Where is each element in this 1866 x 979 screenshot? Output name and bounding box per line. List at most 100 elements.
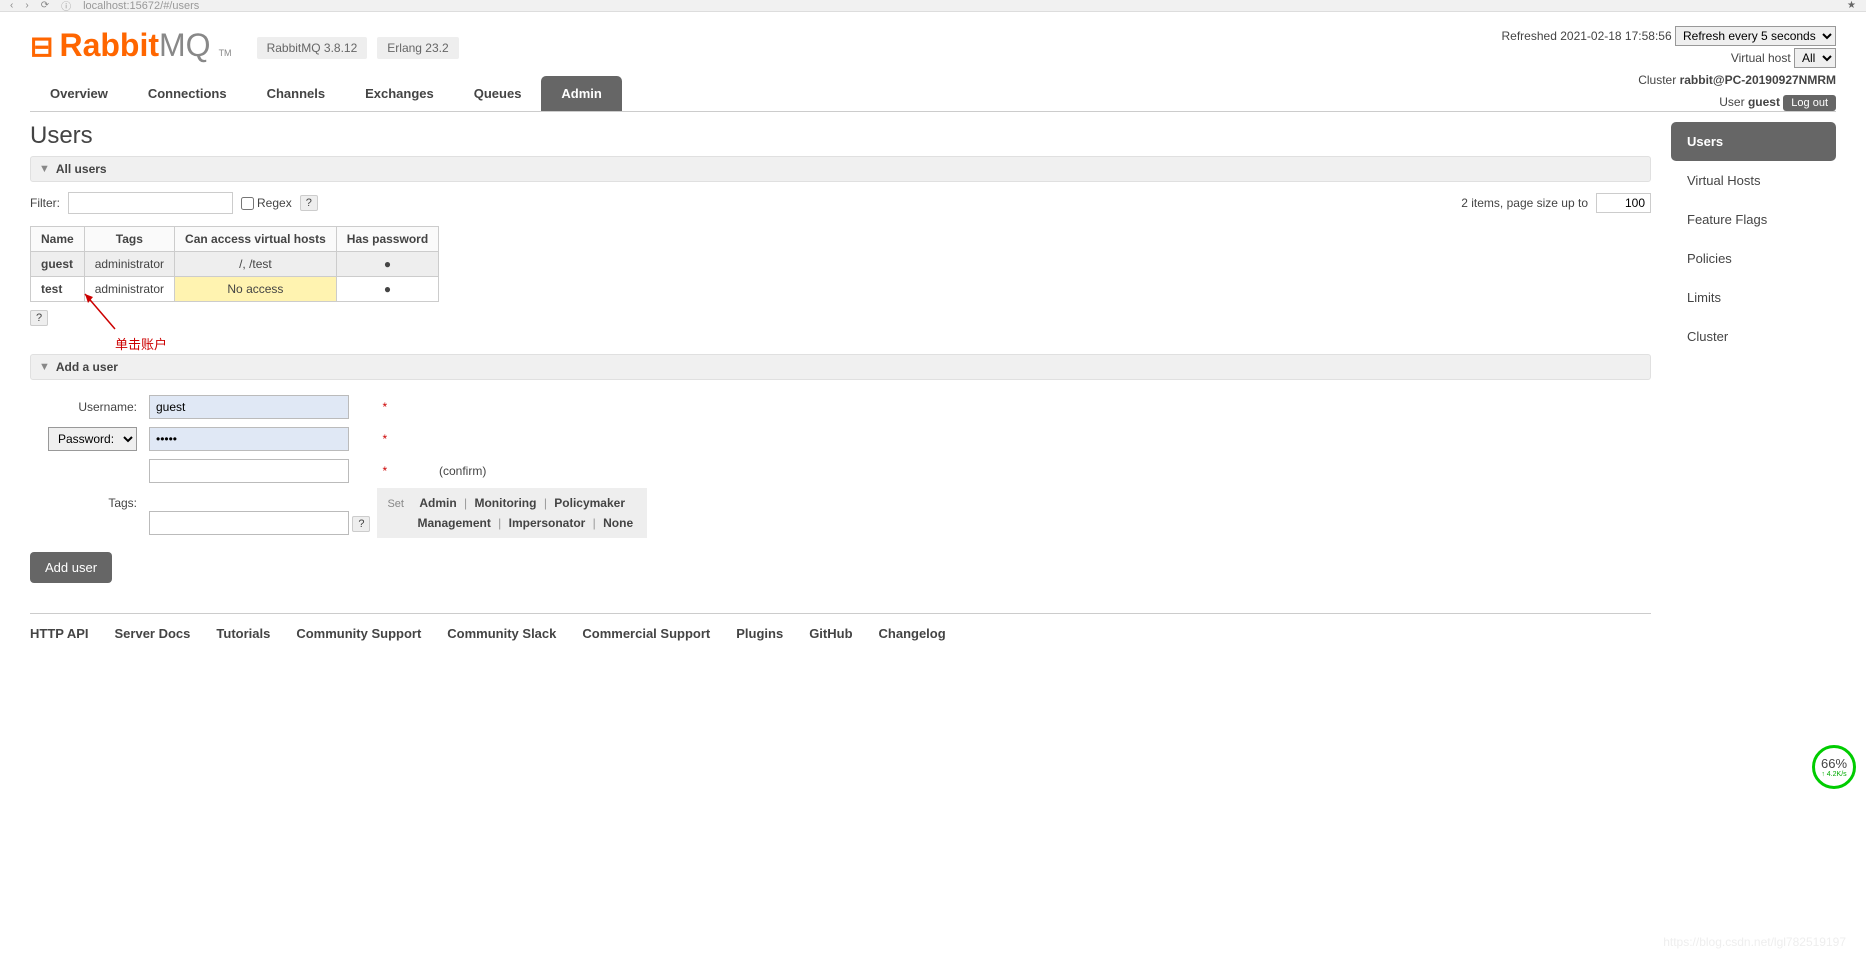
user-pwd: ●: [336, 252, 438, 277]
required-asterisk: *: [377, 456, 432, 486]
refreshed-time: 2021-02-18 17:58:56: [1560, 29, 1671, 43]
col-tags[interactable]: Tags: [84, 227, 174, 252]
password-type-select[interactable]: Password:: [48, 427, 137, 451]
add-user-title: Add a user: [56, 360, 118, 374]
user-tags: administrator: [84, 252, 174, 277]
tags-input[interactable]: [149, 511, 349, 535]
nav-virtual-hosts[interactable]: Virtual Hosts: [1671, 161, 1836, 200]
status-area: Refreshed 2021-02-18 17:58:56 Refresh ev…: [1502, 26, 1837, 114]
annotation-arrow-icon: [65, 289, 155, 339]
tab-connections[interactable]: Connections: [128, 76, 247, 111]
tags-help-icon[interactable]: ?: [352, 516, 370, 532]
disclosure-down-icon: ▼: [39, 361, 50, 373]
page-title: Users: [30, 122, 1651, 150]
footer-links: HTTP API Server Docs Tutorials Community…: [30, 626, 1651, 641]
nav-cluster[interactable]: Cluster: [1671, 317, 1836, 356]
add-user-button[interactable]: Add user: [30, 552, 112, 583]
user-pwd: ●: [336, 277, 438, 302]
annotation-text: 单击账户: [115, 334, 167, 353]
tags-label: Tags:: [32, 488, 142, 538]
logo-brand-1: Rabbit: [59, 27, 159, 63]
regex-checkbox[interactable]: [241, 197, 254, 210]
logo: ⊟ RabbitMQ TM: [30, 27, 232, 64]
footer-community-slack[interactable]: Community Slack: [447, 626, 556, 641]
password-confirm-input[interactable]: [149, 459, 349, 483]
items-count-text: 2 items, page size up to: [1461, 196, 1588, 210]
page-size-input[interactable]: [1596, 193, 1651, 213]
extension-icon[interactable]: ★: [1847, 0, 1856, 11]
user-link-guest[interactable]: guest: [31, 252, 85, 277]
cluster-value: rabbit@PC-20190927NMRM: [1680, 73, 1836, 87]
vhost-label: Virtual host: [1731, 51, 1791, 65]
nav-limits[interactable]: Limits: [1671, 278, 1836, 317]
add-user-section-header[interactable]: ▼ Add a user: [30, 354, 1651, 380]
table-row: guest administrator /, /test ●: [31, 252, 439, 277]
confirm-label: (confirm): [434, 456, 647, 486]
set-label: Set: [387, 498, 404, 510]
url-text: localhost:15672/#/users: [83, 0, 199, 12]
speed-badge: 66% ↑ 4.2K/s: [1812, 745, 1856, 789]
tag-policymaker[interactable]: Policymaker: [550, 496, 629, 510]
filter-label: Filter:: [30, 196, 60, 210]
col-password[interactable]: Has password: [336, 227, 438, 252]
browser-address-bar: ‹ › ⟳ ⓘ localhost:15672/#/users ★: [0, 0, 1866, 12]
password-input[interactable]: [149, 427, 349, 451]
logout-button[interactable]: Log out: [1783, 95, 1836, 111]
reload-icon[interactable]: ⟳: [41, 0, 49, 11]
footer-tutorials[interactable]: Tutorials: [216, 626, 270, 641]
footer-http-api[interactable]: HTTP API: [30, 626, 89, 641]
col-access[interactable]: Can access virtual hosts: [175, 227, 337, 252]
filter-input[interactable]: [68, 192, 233, 214]
cluster-label: Cluster: [1638, 73, 1676, 87]
tab-overview[interactable]: Overview: [30, 76, 128, 111]
tag-monitoring[interactable]: Monitoring: [470, 496, 540, 510]
user-value: guest: [1748, 95, 1780, 109]
footer-plugins[interactable]: Plugins: [736, 626, 783, 641]
tag-none[interactable]: None: [599, 516, 637, 530]
tab-admin[interactable]: Admin: [541, 76, 621, 111]
back-arrow-icon[interactable]: ‹: [10, 0, 13, 11]
required-asterisk: *: [377, 392, 432, 422]
username-label: Username:: [32, 392, 142, 422]
footer-community-support[interactable]: Community Support: [296, 626, 421, 641]
tag-impersonator[interactable]: Impersonator: [505, 516, 590, 530]
right-nav: Users Virtual Hosts Feature Flags Polici…: [1671, 122, 1836, 661]
tag-admin[interactable]: Admin: [415, 496, 460, 510]
main-content: Users ▼ All users Filter: Regex ? 2 item…: [30, 122, 1651, 661]
tab-exchanges[interactable]: Exchanges: [345, 76, 454, 111]
erlang-version-badge: Erlang 23.2: [377, 37, 458, 59]
col-name[interactable]: Name: [31, 227, 85, 252]
refreshed-label: Refreshed: [1502, 29, 1557, 43]
tag-management[interactable]: Management: [413, 516, 494, 530]
tab-channels[interactable]: Channels: [247, 76, 346, 111]
regex-label: Regex: [257, 196, 292, 210]
footer-server-docs[interactable]: Server Docs: [115, 626, 191, 641]
nav-policies[interactable]: Policies: [1671, 239, 1836, 278]
tags-presets: Set Admin | Monitoring | Policymaker Man…: [377, 488, 647, 538]
disclosure-down-icon: ▼: [39, 163, 50, 175]
vhost-select[interactable]: All: [1794, 48, 1836, 68]
page-header: ⊟ RabbitMQ TM RabbitMQ 3.8.12 Erlang 23.…: [30, 12, 1836, 74]
rabbit-logo-icon: ⊟: [30, 30, 53, 63]
tab-queues[interactable]: Queues: [454, 76, 542, 111]
refresh-interval-select[interactable]: Refresh every 5 seconds: [1675, 26, 1836, 46]
footer-divider: [30, 613, 1651, 614]
filter-help-icon[interactable]: ?: [300, 195, 318, 211]
required-asterisk: *: [377, 424, 432, 454]
add-user-form: Username: * Password: *: [30, 390, 649, 540]
all-users-title: All users: [56, 162, 107, 176]
nav-feature-flags[interactable]: Feature Flags: [1671, 200, 1836, 239]
speed-percent: 66%: [1821, 756, 1847, 771]
speed-rate: ↑ 4.2K/s: [1821, 771, 1846, 778]
user-access: No access: [175, 277, 337, 302]
all-users-section-header[interactable]: ▼ All users: [30, 156, 1651, 182]
username-input[interactable]: [149, 395, 349, 419]
footer-changelog[interactable]: Changelog: [879, 626, 946, 641]
nav-users[interactable]: Users: [1671, 122, 1836, 161]
watermark: https://blog.csdn.net/lgl782519197: [1663, 935, 1846, 949]
rabbitmq-version-badge: RabbitMQ 3.8.12: [257, 37, 368, 59]
footer-commercial-support[interactable]: Commercial Support: [582, 626, 710, 641]
footer-github[interactable]: GitHub: [809, 626, 852, 641]
user-label: User: [1719, 95, 1744, 109]
forward-arrow-icon[interactable]: ›: [25, 0, 28, 11]
